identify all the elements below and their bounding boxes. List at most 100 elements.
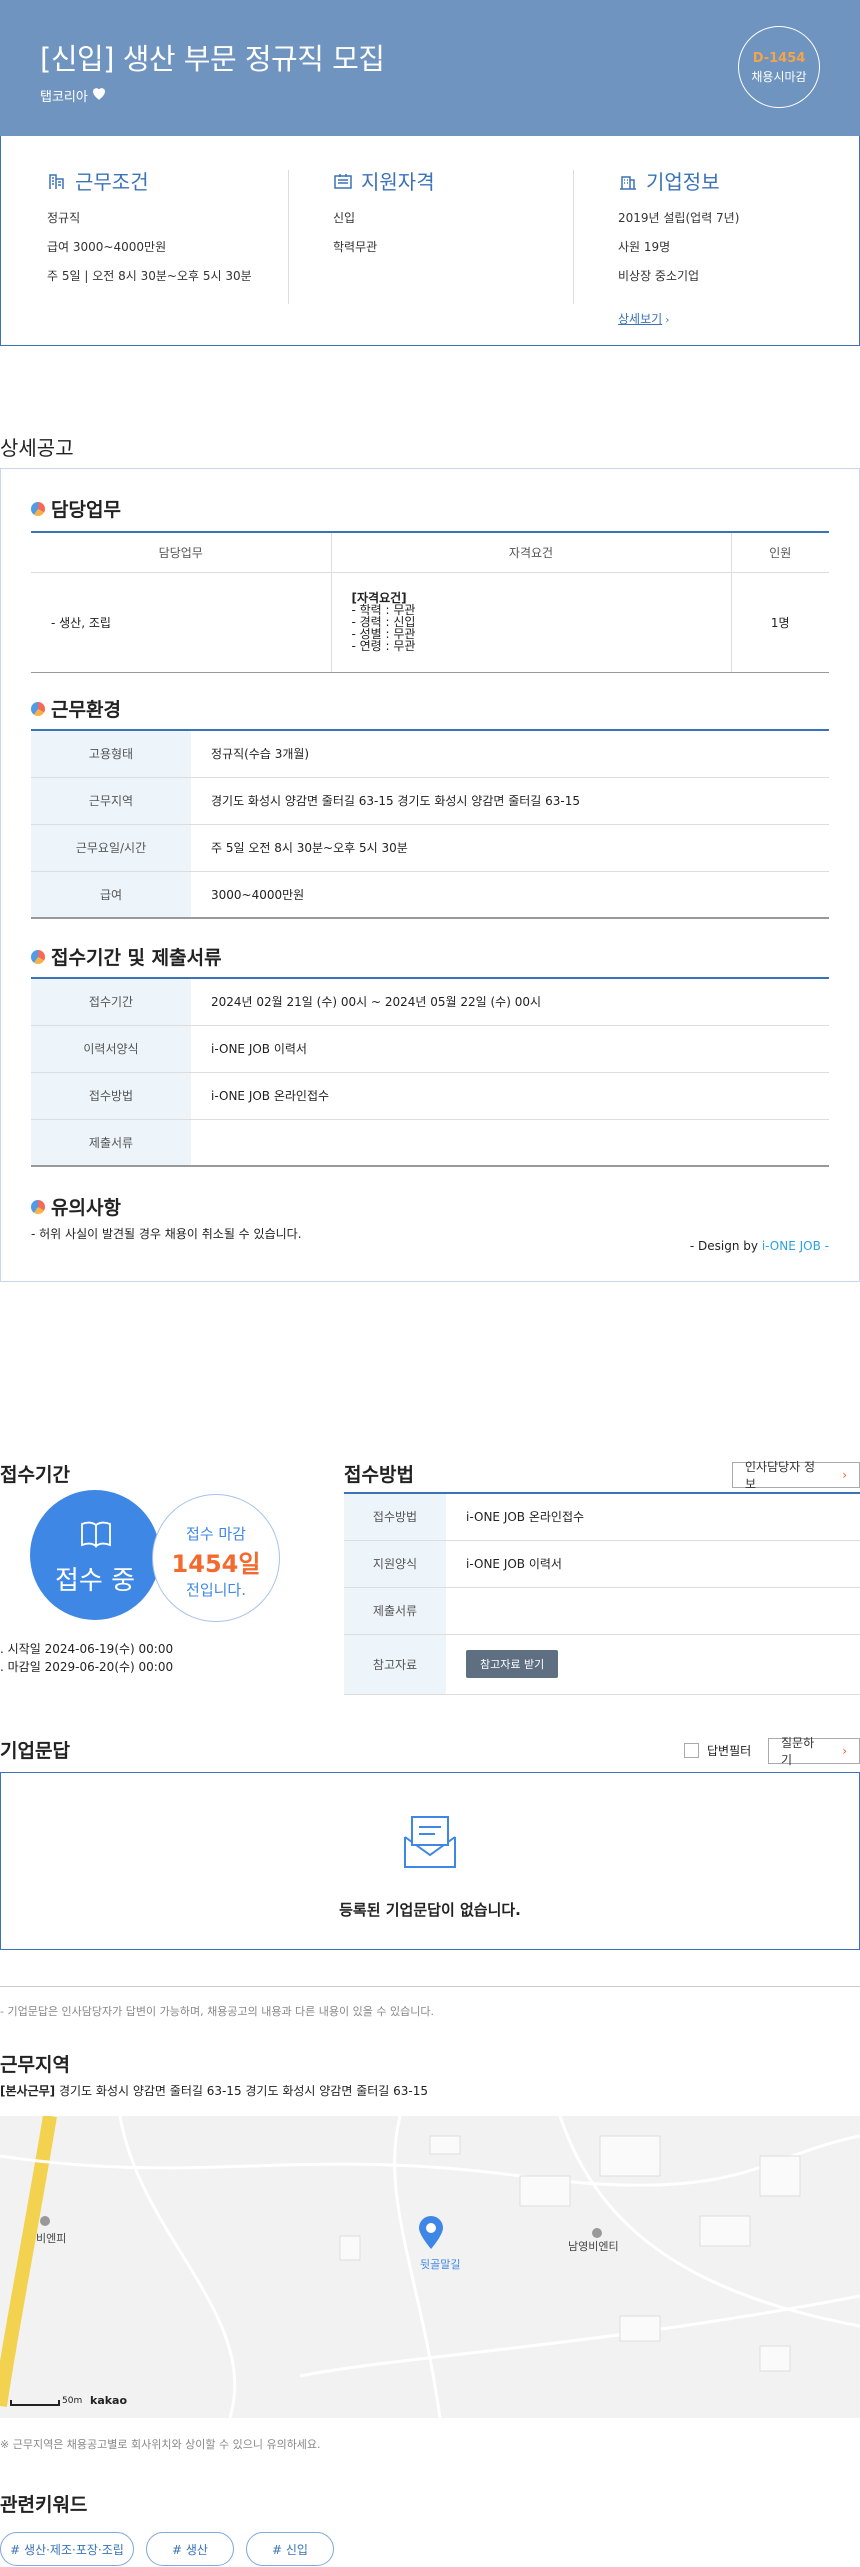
section-dot-icon <box>31 501 45 516</box>
duty-section-title: 담당업무 <box>31 495 121 522</box>
row-value: 주 5일 오전 8시 30분~오후 5시 30분 <box>191 824 829 872</box>
location-address: [본사근무] 경기도 화성시 양감면 줄터길 63-15 경기도 화성시 양감면… <box>0 2082 428 2099</box>
contact-info-button[interactable]: 인사담당자 정보 › <box>732 1460 860 1491</box>
chevron-right-icon: › <box>842 1468 847 1482</box>
row-label: 지원양식 <box>344 1540 446 1588</box>
bullet-icon: . <box>0 1660 8 1674</box>
design-prefix: - Design by <box>689 1239 762 1253</box>
qna-empty-box: 등록된 기업문답이 없습니다. <box>0 1772 860 1950</box>
ask-question-button[interactable]: 질문하기 › <box>768 1736 860 1767</box>
row-label: 제출서류 <box>344 1587 446 1635</box>
scale-bar <box>10 2400 60 2406</box>
divider <box>288 170 289 304</box>
download-reference-button[interactable]: 참고자료 받기 <box>466 1650 559 1678</box>
design-brand[interactable]: i-ONE JOB - <box>762 1239 829 1253</box>
notice-title: 유의사항 <box>51 1197 121 1219</box>
contact-button-label: 인사담당자 정보 <box>745 1460 816 1491</box>
row-label: 참고자료 <box>344 1634 446 1695</box>
job-header: [신입] 생산 부문 정규직 모집 탭코리아 D-1454 채용시마감 <box>0 0 860 136</box>
location-pin-icon[interactable] <box>418 2216 444 2250</box>
keywords-title: 관련키워드 <box>0 2494 88 2516</box>
row-label: 근무요일/시간 <box>31 824 191 872</box>
qual-line: 신입 <box>333 211 356 225</box>
answer-filter[interactable]: 답변필터 <box>684 1742 751 1759</box>
deadline-days: 1454일 <box>171 1550 261 1578</box>
env-title: 근무환경 <box>51 699 121 721</box>
table-header: 담당업무 <box>31 532 332 573</box>
req-line: - 연령 : 무관 <box>351 639 416 653</box>
bullet-icon: . <box>0 1642 8 1656</box>
row-label: 고용형태 <box>31 730 191 778</box>
map-place-label: 비엔피 <box>36 2232 67 2245</box>
env-table: 고용형태 정규직(수습 3개월) 근무지역 경기도 화성시 양감면 줄터길 63-1… <box>31 729 829 919</box>
location-tag: [본사근무] <box>0 2084 56 2098</box>
apply-title: 접수기간 및 제출서류 <box>51 947 222 969</box>
row-value <box>191 1119 829 1167</box>
table-header: 자격요건 <box>331 532 732 573</box>
duty-cell: - 생산, 조립 <box>31 572 332 673</box>
divider <box>573 170 574 304</box>
dday-badge: D-1454 채용시마감 <box>738 26 820 108</box>
checkbox-label: 답변필터 <box>707 1744 752 1758</box>
row-value: i-ONE JOB 온라인접수 <box>191 1072 829 1120</box>
env-section-title: 근무환경 <box>31 695 121 722</box>
deadline-label: 접수 마감 <box>186 1525 246 1543</box>
row-value: 정규직(수습 3개월) <box>191 730 829 778</box>
status-text: 접수 중 <box>54 1566 136 1596</box>
status-circle: 접수 중 <box>30 1490 160 1620</box>
notice-text: - 허위 사실이 발견될 경우 채용이 취소될 수 있습니다. <box>31 1227 302 1241</box>
book-icon <box>81 1521 111 1548</box>
table-header: 인원 <box>731 532 829 573</box>
location-address-text: 경기도 화성시 양감면 줄터길 63-15 경기도 화성시 양감면 줄터길 63… <box>58 2084 428 2098</box>
company-line: 2019년 설립(업력 7년) <box>618 211 740 225</box>
section-dot-icon <box>31 1199 45 1214</box>
deadline-circle: 접수 마감 1454일 전입니다. <box>152 1494 280 1622</box>
job-title: [신입] 생산 부문 정규직 모집 <box>40 42 385 76</box>
row-label: 이력서양식 <box>31 1025 191 1073</box>
row-label: 접수방법 <box>344 1493 446 1541</box>
start-date: . 시작일 2024-06-19(수) 00:00 <box>0 1640 173 1657</box>
work-line: 정규직 <box>47 211 81 225</box>
count-cell: 1명 <box>731 572 829 673</box>
checkbox[interactable] <box>684 1743 699 1758</box>
place-marker-icon <box>592 2228 602 2238</box>
end-date: . 마감일 2029-06-20(수) 00:00 <box>0 1658 173 1675</box>
work-line: 주 5일 | 오전 8시 30분~오후 5시 30분 <box>47 269 252 283</box>
row-label: 접수기간 <box>31 978 191 1026</box>
map[interactable]: 비엔피 남영비엔티 뒷골말길 50m kakao <box>0 2116 860 2418</box>
duty-table: 담당업무 자격요건 인원 - 생산, 조립 [자격요건] - 학력 : 무관 -… <box>31 531 829 673</box>
end-date-text: 마감일 2029-06-20(수) 00:00 <box>7 1660 174 1674</box>
location-title: 근무지역 <box>0 2054 70 2076</box>
qual-line: 학력무관 <box>333 240 378 254</box>
row-label: 근무지역 <box>31 777 191 825</box>
row-value: i-ONE JOB 이력서 <box>446 1540 860 1588</box>
company-name[interactable]: 탭코리아 <box>40 86 88 105</box>
qna-empty-text: 등록된 기업문답이 없습니다. <box>339 1901 521 1919</box>
row-label: 급여 <box>31 871 191 919</box>
row-value: i-ONE JOB 이력서 <box>191 1025 829 1073</box>
keyword-tag[interactable]: # 신입 <box>246 2532 334 2566</box>
heart-icon[interactable] <box>90 84 108 102</box>
row-value: 참고자료 받기 <box>446 1634 860 1695</box>
duty-title: 담당업무 <box>51 499 121 521</box>
place-marker-icon <box>40 2216 50 2226</box>
envelope-icon <box>404 1816 456 1868</box>
method-table: 접수방법 i-ONE JOB 온라인접수 지원양식 i-ONE JOB 이력서 제출… <box>344 1492 860 1695</box>
row-value: 2024년 02월 21일 (수) 00시 ~ 2024년 05월 22일 (수… <box>191 978 829 1026</box>
detail-box: 담당업무 담당업무 자격요건 인원 - 생산, 조립 [자격요건] - 학력 :… <box>0 468 860 1282</box>
office-icon <box>620 175 636 190</box>
dday-label: 채용시마감 <box>751 70 807 84</box>
chevron-right-icon: › <box>662 315 670 326</box>
qna-note-text: - 기업문답은 인사담당자가 답변이 가능하며, 채용공고의 내용과 다른 내용… <box>0 2005 434 2018</box>
keyword-tag[interactable]: # 생산·제조·포장·조립 <box>0 2532 134 2566</box>
work-line: 급여 3000~4000만원 <box>47 240 167 254</box>
req-cell: [자격요건] - 학력 : 무관 - 경력 : 신입 - 성별 : 무관 - 연… <box>331 572 732 673</box>
deadline-suffix: 전입니다. <box>186 1581 246 1599</box>
qna-title: 기업문답 <box>0 1740 70 1762</box>
keyword-tag[interactable]: # 생산 <box>146 2532 234 2566</box>
company-detail-link[interactable]: 상세보기 <box>618 312 662 326</box>
row-value: 3000~4000만원 <box>191 871 829 919</box>
design-credit: - Design by i-ONE JOB - <box>690 1239 829 1253</box>
notice-section-title: 유의사항 <box>31 1193 121 1220</box>
company-line: 사원 19명 <box>618 240 671 254</box>
